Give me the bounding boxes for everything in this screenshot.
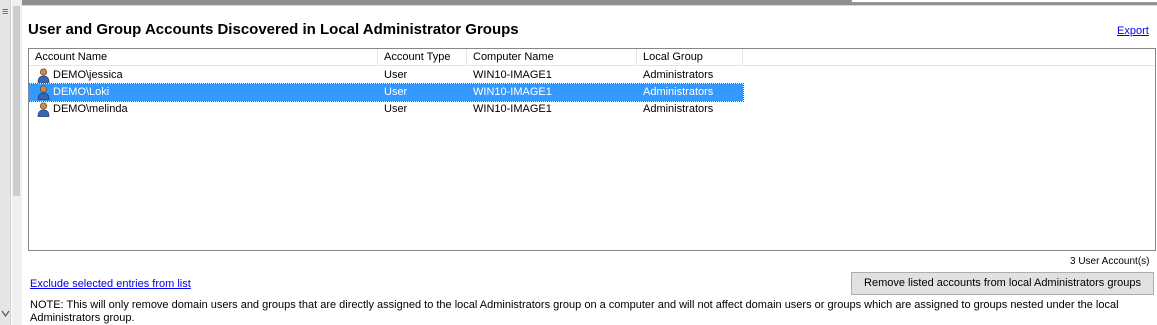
local-group-cell: Administrators bbox=[643, 86, 714, 98]
chevron-down-icon[interactable] bbox=[1, 308, 10, 320]
account-name-cell: DEMO\Loki bbox=[53, 86, 110, 98]
export-link[interactable]: Export bbox=[1117, 25, 1149, 37]
account-count-label: 3 User Account(s) bbox=[1070, 256, 1150, 267]
local-group-cell: Administrators bbox=[643, 103, 714, 115]
account-name-cell: DEMO\jessica bbox=[53, 69, 123, 81]
table-row[interactable]: DEMO\melinda User WIN10-IMAGE1 Administr… bbox=[29, 101, 743, 118]
page-title: User and Group Accounts Discovered in Lo… bbox=[28, 21, 519, 38]
account-type-cell: User bbox=[384, 86, 408, 98]
account-type-cell: User bbox=[384, 69, 408, 81]
column-header-local-group[interactable]: Local Group bbox=[637, 49, 743, 66]
list-header: Account Name Account Type Computer Name … bbox=[29, 49, 1155, 66]
note-text: NOTE: This will only remove domain users… bbox=[30, 299, 1119, 324]
top-border-shadow bbox=[22, 5, 1157, 6]
table-row-selected[interactable]: DEMO\Loki User WIN10-IMAGE1 Administrato… bbox=[29, 83, 744, 102]
user-icon bbox=[37, 68, 50, 83]
menu-icon[interactable]: ≡ bbox=[2, 7, 9, 18]
accounts-list-view[interactable]: Account Name Account Type Computer Name … bbox=[28, 48, 1156, 251]
computer-name-cell: WIN10-IMAGE1 bbox=[473, 103, 552, 115]
user-icon bbox=[37, 102, 50, 117]
account-type-cell: User bbox=[384, 103, 408, 115]
column-header-account-name[interactable]: Account Name bbox=[29, 49, 378, 66]
column-header-computer-name[interactable]: Computer Name bbox=[467, 49, 637, 66]
exclude-selected-link[interactable]: Exclude selected entries from list bbox=[30, 278, 191, 290]
scrollbar-thumb[interactable] bbox=[13, 6, 20, 196]
computer-name-cell: WIN10-IMAGE1 bbox=[473, 69, 552, 81]
remove-accounts-button[interactable]: Remove listed accounts from local Admini… bbox=[851, 272, 1154, 295]
top-right-panel-edge bbox=[851, 0, 1157, 3]
account-name-cell: DEMO\melinda bbox=[53, 103, 128, 115]
column-header-account-type[interactable]: Account Type bbox=[378, 49, 467, 66]
table-row[interactable]: DEMO\jessica User WIN10-IMAGE1 Administr… bbox=[29, 67, 743, 84]
vertical-scrollbar[interactable] bbox=[12, 0, 22, 325]
local-group-cell: Administrators bbox=[643, 69, 714, 81]
user-icon bbox=[37, 85, 50, 100]
computer-name-cell: WIN10-IMAGE1 bbox=[473, 86, 552, 98]
left-panel-strip: ≡ bbox=[0, 0, 11, 325]
